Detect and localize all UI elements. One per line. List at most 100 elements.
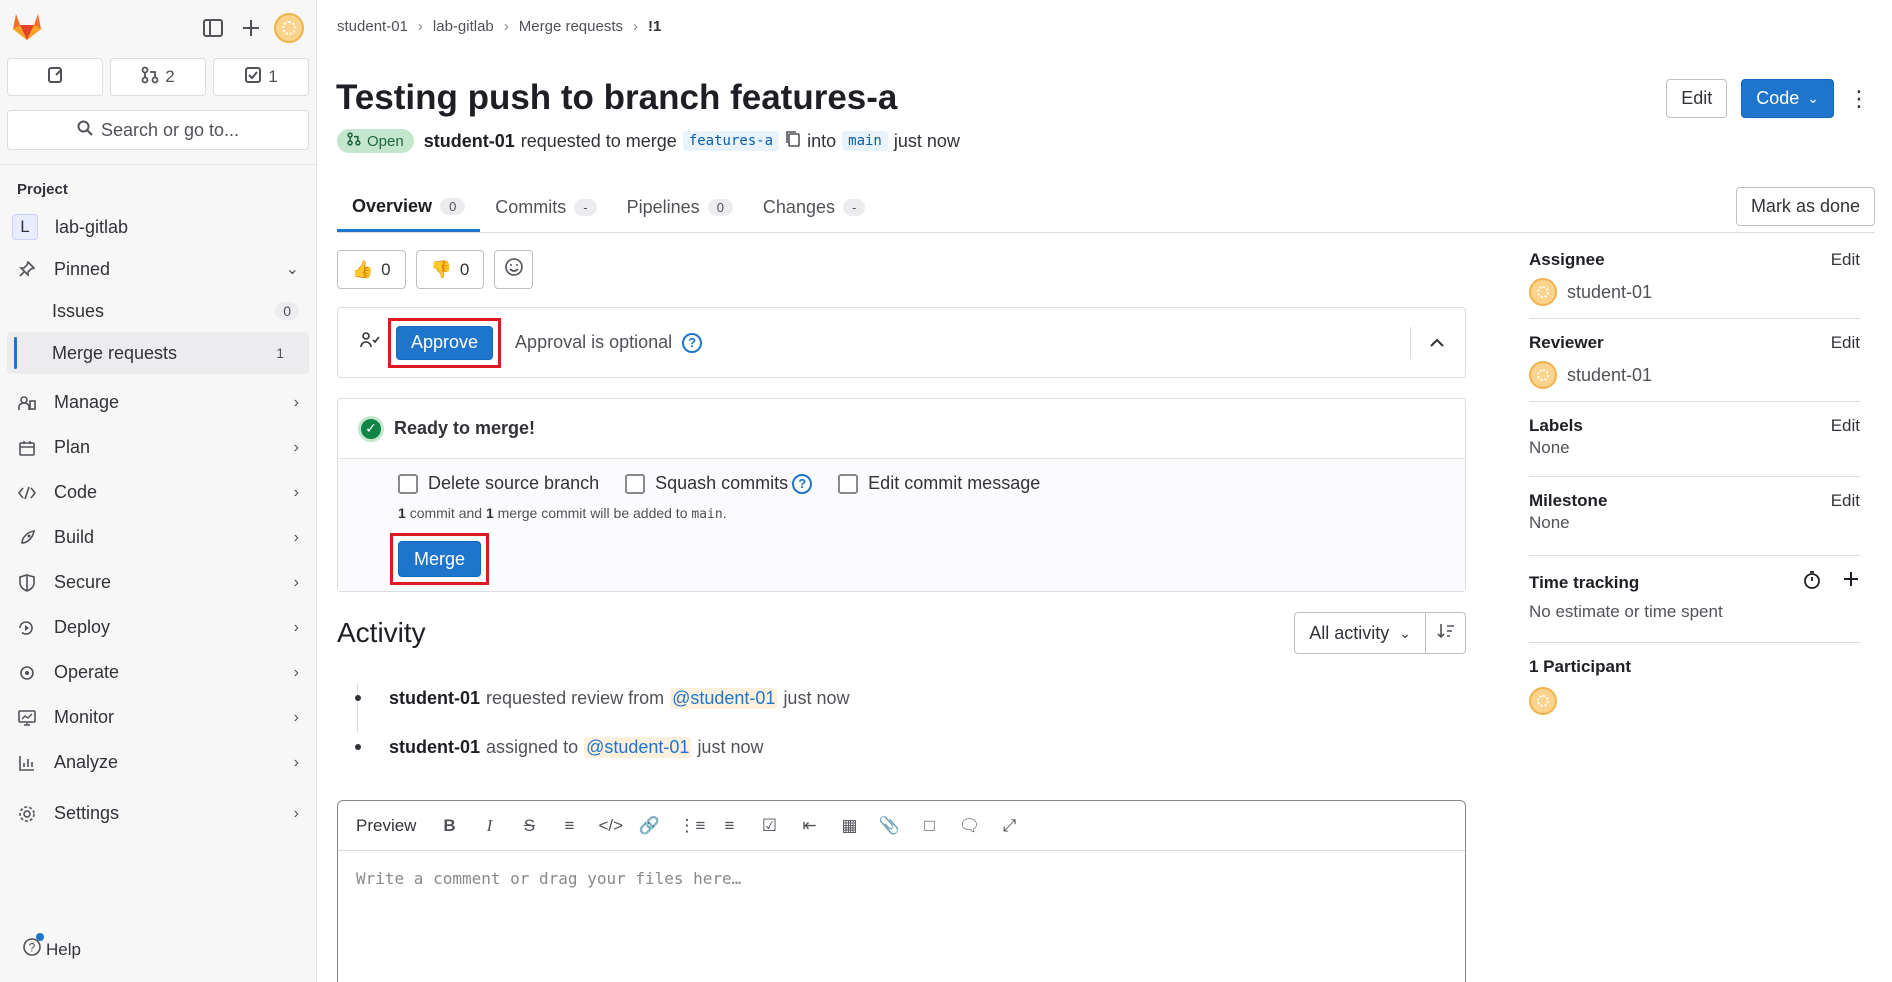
quote-icon[interactable]: ≡ (558, 816, 580, 836)
overview-content: 👍 0 👎 0 Approve Approval is optional ? ✓… (337, 250, 1466, 982)
author-link[interactable]: student-01 (424, 131, 515, 152)
activity-filter-dropdown[interactable]: All activity ⌄ (1294, 612, 1426, 654)
status-label: Open (367, 132, 404, 150)
task-list-icon[interactable]: ☑ (758, 816, 780, 836)
tab-changes[interactable]: Changes - (748, 183, 880, 232)
search-button[interactable]: Search or go to... (7, 110, 309, 150)
thumbs-up-button[interactable]: 👍 0 (337, 250, 406, 289)
user-mention[interactable]: @student-01 (584, 737, 692, 758)
tab-overview[interactable]: Overview 0 (337, 183, 481, 232)
preview-tab[interactable]: Preview (356, 816, 416, 836)
more-actions-icon[interactable]: ⋮ (1848, 86, 1870, 112)
create-new-icon[interactable] (234, 11, 268, 45)
add-reaction-button[interactable] (494, 250, 534, 289)
breadcrumb-user[interactable]: student-01 (337, 18, 408, 35)
bullet-list-icon[interactable]: ⋮≡ (678, 816, 705, 836)
user-avatar[interactable] (272, 11, 306, 45)
delete-source-branch-checkbox[interactable] (398, 473, 418, 494)
fullscreen-icon[interactable]: ⤢ (998, 816, 1020, 836)
user-mention[interactable]: @student-01 (670, 688, 778, 709)
source-branch[interactable]: features-a (682, 131, 780, 151)
sidebar-item-code[interactable]: Code › (0, 470, 316, 515)
todos-counter[interactable]: 1 (213, 58, 309, 96)
slash-command-icon[interactable]: □ (918, 816, 940, 836)
merge-button[interactable]: Merge (398, 541, 482, 577)
merge-request-icon (141, 66, 159, 89)
edit-labels-button[interactable]: Edit (1831, 416, 1860, 436)
sort-direction-button[interactable] (1426, 612, 1466, 654)
gitlab-logo-icon[interactable] (10, 10, 44, 47)
strikethrough-icon[interactable]: S (518, 816, 540, 836)
breadcrumb-merge-requests[interactable]: Merge requests (519, 18, 623, 35)
created-time: just now (893, 130, 960, 151)
squash-commits-option[interactable]: Squash commits ? (625, 473, 813, 494)
bold-icon[interactable]: B (438, 816, 460, 836)
divider (1410, 326, 1411, 359)
chevron-right-icon: › (293, 618, 299, 636)
sidebar-item-issues[interactable]: Issues 0 (0, 290, 316, 332)
edit-milestone-button[interactable]: Edit (1831, 491, 1860, 511)
timeline-author[interactable]: student-01 (389, 737, 480, 758)
merge-requests-count-badge: 1 (268, 344, 292, 362)
sidebar-item-build[interactable]: Build › (0, 515, 316, 560)
sidebar-item-label: Code (54, 482, 98, 502)
help-question-icon[interactable]: ? (682, 332, 703, 353)
edit-button[interactable]: Edit (1666, 79, 1728, 118)
edit-commit-message-option[interactable]: Edit commit message (838, 473, 1040, 494)
sidebar-item-merge-requests[interactable]: Merge requests 1 (7, 332, 309, 374)
labels-block: Labels Edit None (1529, 416, 1860, 477)
participant-avatar[interactable] (1529, 687, 1557, 715)
tab-pipelines[interactable]: Pipelines 0 (612, 183, 748, 232)
sidebar-toggle-icon[interactable] (196, 11, 230, 45)
sidebar-item-settings[interactable]: Settings › (0, 791, 316, 836)
delete-source-branch-option[interactable]: Delete source branch (398, 473, 599, 494)
edit-reviewer-button[interactable]: Edit (1831, 333, 1860, 353)
chevron-up-icon[interactable] (1429, 333, 1445, 353)
thumbs-up-icon: 👍 (352, 259, 374, 279)
tab-commits[interactable]: Commits - (480, 183, 611, 232)
merge-requests-counter[interactable]: 2 (110, 58, 206, 96)
reviewer-user[interactable]: student-01 (1529, 361, 1860, 389)
sidebar-item-operate[interactable]: Operate › (0, 650, 316, 695)
comment-textarea[interactable]: Write a comment or drag your files here… (338, 851, 1465, 906)
attach-icon[interactable]: 📎 (878, 816, 900, 836)
collapsible-icon[interactable]: ⇤ (798, 816, 820, 836)
sidebar-item-secure[interactable]: Secure › (0, 560, 316, 605)
sidebar-item-pinned[interactable]: Pinned ⌄ (0, 248, 316, 290)
sidebar-item-project[interactable]: L lab-gitlab (0, 206, 316, 248)
activity-timeline: student-01 requested review from @studen… (337, 674, 1466, 772)
squash-commits-checkbox[interactable] (625, 473, 646, 494)
help-button[interactable]: ? Help (22, 933, 81, 962)
tab-label: Overview (352, 195, 433, 216)
mark-as-done-button[interactable]: Mark as done (1735, 187, 1875, 226)
add-time-icon[interactable] (1842, 570, 1860, 596)
table-icon[interactable]: ▦ (838, 816, 860, 836)
approve-button[interactable]: Approve (396, 325, 494, 360)
breadcrumb-mr-id[interactable]: !1 (648, 18, 661, 35)
edit-commit-message-checkbox[interactable] (838, 473, 859, 494)
target-branch[interactable]: main (842, 131, 888, 151)
sidebar-item-analyze[interactable]: Analyze › (0, 740, 316, 785)
sidebar-item-monitor[interactable]: Monitor › (0, 695, 316, 740)
sidebar-item-manage[interactable]: Manage › (0, 380, 316, 425)
assignee-user[interactable]: student-01 (1529, 278, 1860, 306)
comment-icon[interactable]: 🗨 (958, 816, 981, 836)
thumbs-down-button[interactable]: 👎 0 (415, 250, 485, 289)
code-icon[interactable]: </> (598, 816, 623, 836)
breadcrumb-project[interactable]: lab-gitlab (433, 18, 494, 35)
sidebar-item-plan[interactable]: Plan › (0, 425, 316, 470)
sidebar-item-deploy[interactable]: Deploy › (0, 605, 316, 650)
sidebar-top-bar (0, 0, 316, 56)
copy-icon[interactable] (785, 130, 801, 153)
edit-assignee-button[interactable]: Edit (1831, 250, 1860, 270)
italic-icon[interactable]: I (478, 816, 500, 836)
code-dropdown-button[interactable]: Code ⌄ (1741, 79, 1834, 118)
timeline-author[interactable]: student-01 (389, 688, 480, 709)
issues-icon (46, 66, 64, 89)
link-icon[interactable]: 🔗 (638, 816, 660, 836)
numbered-list-icon[interactable]: ≡ (718, 816, 740, 836)
stopwatch-icon[interactable] (1802, 570, 1822, 596)
thumbs-up-count: 0 (381, 259, 391, 279)
issues-counter[interactable] (7, 58, 103, 96)
help-question-icon[interactable]: ? (792, 473, 813, 494)
